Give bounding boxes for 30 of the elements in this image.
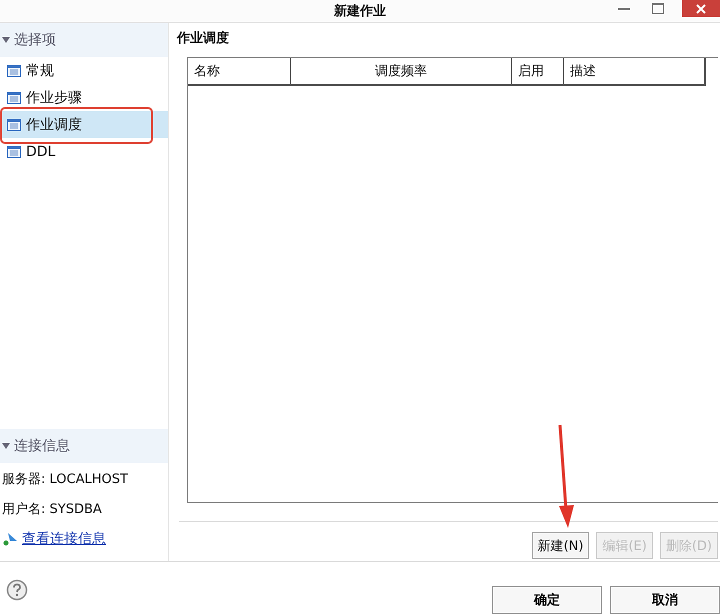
action-button[interactable]: 新建(N) [532, 532, 590, 559]
expand-icon[interactable] [2, 443, 10, 449]
column-header[interactable]: 调度频率 [290, 58, 512, 84]
info-text: 服务器: LOCALHOST [2, 470, 128, 488]
connection-info-link[interactable]: 查看连接信息 [22, 530, 106, 548]
connection-icon [2, 532, 18, 546]
column-header[interactable]: 名称 [188, 58, 291, 84]
expand-icon[interactable] [2, 37, 10, 43]
dialog-button[interactable]: 确定 [492, 586, 602, 614]
table-icon [7, 118, 21, 130]
sidebar-item[interactable]: 作业调度 [0, 111, 168, 138]
sidebar-item[interactable]: 常规 [0, 57, 168, 84]
table-icon [7, 64, 21, 76]
close-button[interactable] [682, 0, 720, 17]
panel-title: 作业调度 [177, 30, 230, 48]
table-icon [7, 92, 21, 104]
table-icon [7, 146, 21, 158]
dialog-button[interactable]: 取消 [610, 586, 720, 614]
column-header[interactable]: 启用 [512, 58, 564, 84]
help-icon[interactable] [6, 579, 28, 601]
section-header: 连接信息 [14, 437, 70, 455]
maximize-icon[interactable] [652, 3, 664, 14]
section-header: 选择项 [14, 31, 56, 49]
window-title: 新建作业 [334, 2, 386, 20]
close-icon [696, 4, 706, 14]
sidebar-item[interactable]: DDL [0, 138, 168, 165]
sidebar-item[interactable]: 作业步骤 [0, 84, 168, 111]
minimize-icon[interactable] [618, 8, 630, 10]
column-header[interactable]: 描述 [564, 58, 706, 84]
info-text: 用户名: SYSDBA [2, 500, 102, 518]
